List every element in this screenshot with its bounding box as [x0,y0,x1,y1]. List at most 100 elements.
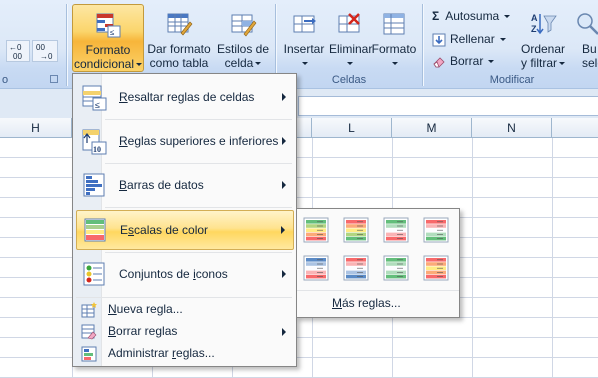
mas-reglas-item[interactable]: Más reglas... [300,292,456,314]
ordenar-label-1: Ordenar [520,42,566,56]
submenu-arrow-icon [282,181,286,189]
submenu-arrow-icon [281,226,285,234]
menu-item-label: Barras de datos [119,178,204,192]
buscar-label-2: selec [582,56,598,70]
number-group-label: o [1,74,9,86]
dar-formato-tabla-button[interactable]: Dar formato como tabla [146,4,212,80]
menu-item-label: Nueva regla... [108,302,183,316]
chevron-down-icon [302,62,308,66]
formato-label: Formato [371,42,417,56]
menu-separator [105,119,292,120]
column-header-l[interactable]: L [312,118,392,138]
icon-sets-icon [83,262,105,286]
menu-item-nueva-regla[interactable]: Nueva regla... [76,299,294,321]
format-cells-icon [383,13,405,35]
menu-separator [105,207,292,208]
conditional-format-icon: ≤ [96,13,121,38]
menu-item-label: Escalas de color [120,223,209,237]
color-scale-option[interactable] [383,217,409,243]
menu-item-barras-datos[interactable]: Barras de datos [76,165,294,205]
color-scale-option[interactable] [303,217,329,243]
chevron-down-icon [488,60,495,64]
mas-reglas-label: Más reglas... [332,296,401,310]
menu-item-borrar-reglas[interactable]: Borrar reglas [76,321,294,343]
menu-item-conjuntos-iconos[interactable]: Conjuntos de iconos [76,254,294,294]
color-scales-icon [84,218,106,242]
svg-text:Z: Z [531,24,537,34]
eliminar-button[interactable]: Eliminar [329,4,373,72]
column-label: M [426,121,437,135]
menu-separator [297,290,459,291]
ordenar-label-2: y filtrar [515,56,571,70]
color-scale-option[interactable] [343,217,369,243]
menu-item-administrar-reglas[interactable]: Administrar reglas... [76,343,294,365]
data-bars-icon [83,173,105,197]
sigma-icon: Σ [432,9,440,23]
column-header-h[interactable]: H [0,118,72,138]
autosuma-label: Autosuma [445,9,500,23]
color-scale-option[interactable] [423,217,449,243]
increase-decimal-button[interactable]: 00 →0 [32,40,58,62]
top-bottom-rules-icon: 10 [82,129,107,155]
eliminar-label: Eliminar [329,42,373,56]
svg-text:→0: →0 [40,52,53,61]
submenu-arrow-icon [282,137,286,145]
buscar-label-1: Bu [582,42,597,56]
decrease-decimal-button[interactable]: ←0 00 [6,40,30,62]
autosuma-button[interactable]: Σ Autosuma [432,6,511,26]
chevron-down-icon [136,63,143,67]
column-header-n[interactable]: N [472,118,552,138]
color-scale-option[interactable] [383,255,409,281]
formula-input[interactable] [298,96,598,116]
menu-item-label: Reglas superiores e inferiores [119,134,279,148]
svg-text:≤: ≤ [95,100,100,110]
estilos-label-1: Estilos de [216,42,270,56]
submenu-arrow-icon [282,270,286,278]
buscar-seleccionar-button[interactable]: Bu selec [574,4,598,72]
color-scale-option[interactable] [343,255,369,281]
modificar-group-label: Modificar [489,74,535,86]
rellenar-button[interactable]: Rellenar [432,29,506,49]
column-label: L [348,121,355,135]
conditional-format-menu: ≤ Resaltar reglas de celdas 10 Reglas su… [72,73,297,367]
chevron-down-icon [504,15,511,19]
menu-item-escalas-color[interactable]: Escalas de color [76,210,294,250]
menu-item-label: Administrar reglas... [108,346,215,360]
formato-button[interactable]: Formato [371,4,417,72]
menu-item-label: Conjuntos de iconos [119,267,228,281]
find-icon [577,13,598,35]
borrar-label: Borrar [450,54,484,68]
insertar-label: Insertar [283,42,325,56]
formato-condicional-button[interactable]: ≤ Formato condicional [72,4,144,72]
borrar-button[interactable]: Borrar [432,51,495,71]
ordenar-filtrar-button[interactable]: A Z Ordenar y filtrar [515,4,571,72]
menu-item-label: Resaltar reglas de celdas [119,90,255,104]
column-header-o[interactable] [552,118,598,138]
chevron-down-icon [255,62,262,66]
estilos-celda-button[interactable]: Estilos de celda [214,4,272,72]
submenu-arrow-icon [282,328,286,336]
color-scale-option[interactable] [423,255,449,281]
manage-rules-icon [81,346,97,362]
column-label: H [31,121,40,135]
chevron-down-icon [499,38,506,42]
number-dialog-launcher-icon[interactable] [50,75,58,83]
column-header-m[interactable]: M [392,118,472,138]
svg-text:00: 00 [13,52,22,61]
clear-rules-icon [81,324,97,340]
chevron-down-icon [347,62,353,66]
new-rule-icon [81,302,97,318]
svg-text:00: 00 [36,43,45,52]
formato-condicional-label-1: Formato [85,43,131,57]
sort-filter-icon: A Z [531,13,557,35]
insertar-button[interactable]: Insertar [279,4,329,72]
chevron-down-icon [392,62,398,66]
fill-down-icon [432,33,446,47]
color-scales-submenu: Más reglas... [296,208,460,318]
cell-styles-icon [231,14,257,37]
menu-item-reglas-superiores[interactable]: 10 Reglas superiores e inferiores [76,121,294,161]
menu-item-resaltar-reglas[interactable]: ≤ Resaltar reglas de celdas [76,77,294,117]
color-scale-option[interactable] [303,255,329,281]
rellenar-label: Rellenar [450,32,495,46]
eraser-icon [433,57,445,68]
